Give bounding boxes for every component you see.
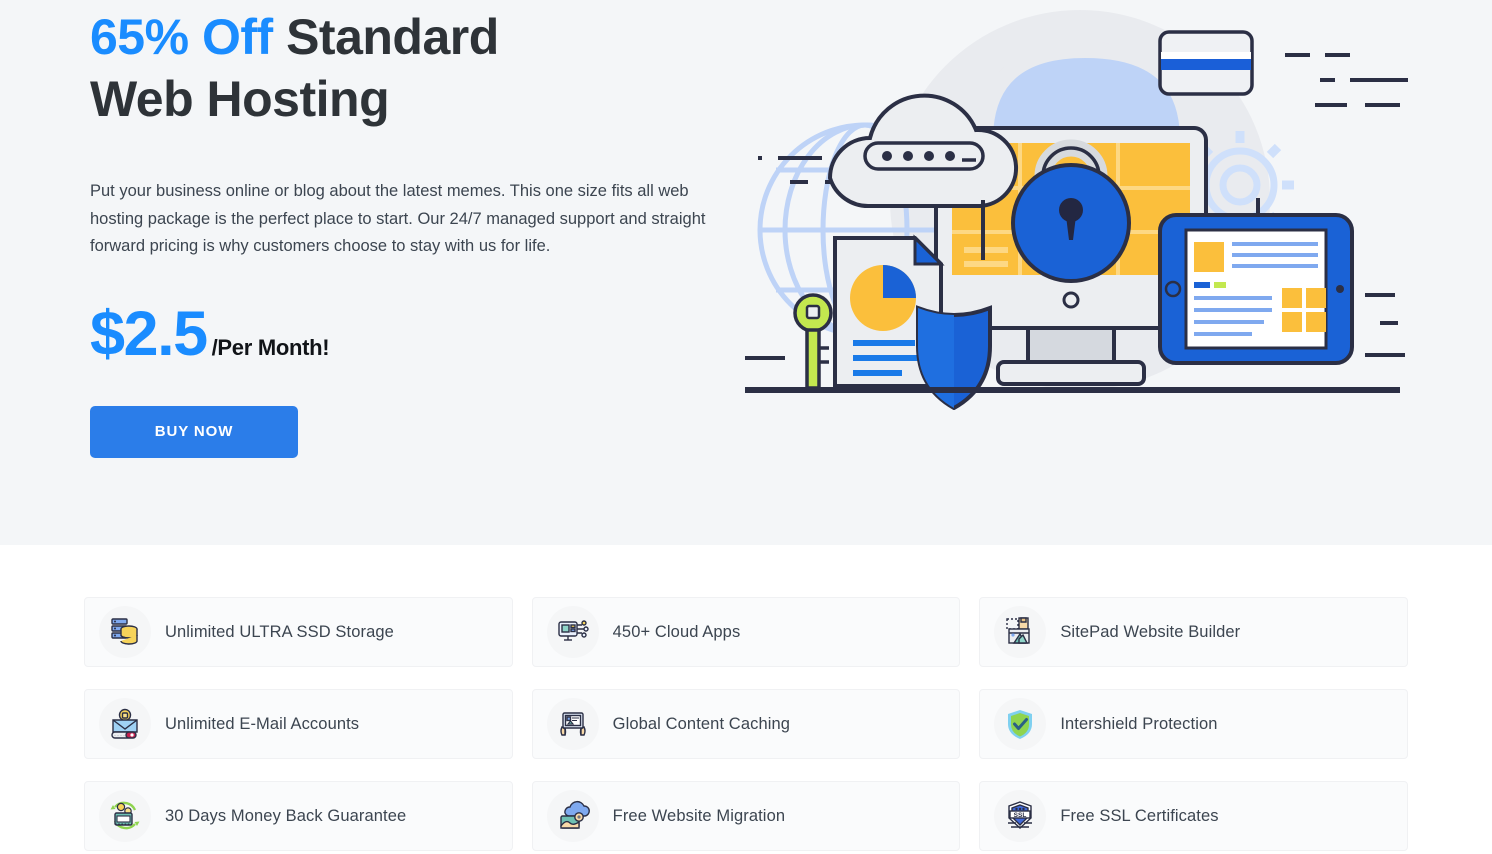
website-builder-icon (994, 606, 1046, 658)
feature-label: Free Website Migration (613, 807, 785, 826)
feature-label: SitePad Website Builder (1060, 623, 1240, 642)
hero-section: 65% Off Standard Web Hosting Put your bu… (0, 0, 1492, 545)
shield-check-icon (994, 698, 1046, 750)
feature-label: Unlimited ULTRA SSD Storage (165, 623, 394, 642)
hero-description: Put your business online or blog about t… (90, 178, 722, 261)
ssl-certificate-icon: SSL (994, 790, 1046, 842)
price-period: /Per Month! (212, 335, 330, 361)
content-caching-icon (547, 698, 599, 750)
page-title-discount: 65% Off (90, 9, 273, 65)
hero-content: 65% Off Standard Web Hosting Put your bu… (90, 0, 740, 458)
features-grid: Unlimited ULTRA SSD Storage (84, 597, 1408, 851)
feature-card[interactable]: Unlimited E-Mail Accounts (84, 689, 513, 759)
features-section: Unlimited ULTRA SSD Storage (0, 545, 1492, 851)
money-back-icon (99, 790, 151, 842)
feature-card[interactable]: 30 Days Money Back Guarantee (84, 781, 513, 851)
feature-card[interactable]: Global Content Caching (532, 689, 961, 759)
page-title: 65% Off Standard Web Hosting (90, 0, 740, 130)
website-migration-icon (547, 790, 599, 842)
feature-label: Free SSL Certificates (1060, 807, 1218, 826)
tablet-shape (1160, 215, 1352, 363)
page-title-rest: Standard (273, 9, 499, 65)
buy-now-button[interactable]: BUY NOW (90, 406, 298, 458)
feature-card[interactable]: Unlimited ULTRA SSD Storage (84, 597, 513, 667)
price-block: $2.5 /Per Month! (90, 303, 740, 366)
cloud-apps-icon (547, 606, 599, 658)
svg-text:SSL: SSL (1014, 812, 1027, 819)
feature-card[interactable]: Free Website Migration (532, 781, 961, 851)
price-amount: $2.5 (90, 303, 207, 366)
feature-card[interactable]: 450+ Cloud Apps (532, 597, 961, 667)
feature-card[interactable]: Intershield Protection (979, 689, 1408, 759)
hero-illustration (740, 10, 1440, 410)
key-shape (795, 295, 831, 388)
feature-label: Global Content Caching (613, 715, 790, 734)
page-title-line2: Web Hosting (90, 71, 389, 127)
feature-label: 450+ Cloud Apps (613, 623, 741, 642)
ssd-storage-icon (99, 606, 151, 658)
credit-card-shape (1160, 32, 1252, 94)
feature-label: Intershield Protection (1060, 715, 1217, 734)
feature-label: Unlimited E-Mail Accounts (165, 715, 359, 734)
feature-card[interactable]: SitePad Website Builder (979, 597, 1408, 667)
email-accounts-icon (99, 698, 151, 750)
feature-label: 30 Days Money Back Guarantee (165, 807, 406, 826)
feature-card[interactable]: SSL Free SSL Certificates (979, 781, 1408, 851)
